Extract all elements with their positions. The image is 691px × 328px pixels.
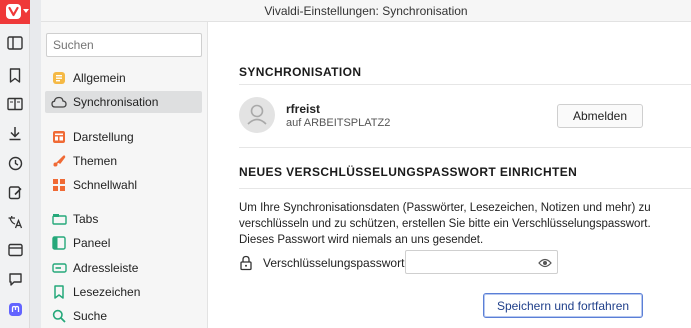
appearance-icon (51, 129, 67, 145)
password-label: Verschlüsselungspasswort (263, 256, 405, 270)
divider (239, 188, 691, 189)
description-line: Dieses Passwort wird niemals an uns gese… (239, 234, 484, 246)
panel-toggle-icon[interactable] (6, 34, 24, 52)
nav-item-lesezeichen[interactable]: Lesezeichen (45, 281, 202, 303)
chat-icon[interactable] (6, 270, 24, 288)
description-line: Um Ihre Synchronisationsdaten (Passwörte… (239, 202, 651, 214)
vivaldi-logo-icon (6, 4, 21, 19)
panel-icon (51, 235, 67, 251)
cloud-icon (51, 94, 67, 110)
search-icon (51, 308, 67, 324)
panel-gap (30, 0, 41, 328)
nav-item-label: Adressleiste (73, 261, 139, 275)
nav-item-schnellwahl[interactable]: Schnellwahl (45, 174, 202, 196)
history-icon[interactable] (6, 154, 24, 172)
window-icon[interactable] (6, 241, 24, 259)
divider (239, 147, 691, 148)
avatar (239, 97, 275, 133)
nav-item-themen[interactable]: Themen (45, 150, 202, 172)
nav-item-allgemein[interactable]: Allgemein (45, 67, 202, 89)
encryption-description: Um Ihre Synchronisationsdaten (Passwörte… (239, 200, 659, 248)
general-icon (51, 70, 67, 86)
mastodon-icon[interactable] (6, 300, 24, 318)
nav-item-label: Synchronisation (73, 95, 159, 109)
show-password-icon[interactable] (538, 256, 552, 268)
download-icon[interactable] (6, 124, 24, 142)
nav-item-label: Paneel (73, 236, 111, 250)
bookmark-icon (51, 284, 67, 300)
settings-search-input[interactable] (46, 33, 202, 57)
themes-icon (51, 153, 67, 169)
logout-button[interactable]: Abmelden (557, 104, 643, 128)
nav-item-label: Lesezeichen (73, 285, 141, 299)
encryption-password-field[interactable] (405, 250, 558, 274)
nav-item-darstellung[interactable]: Darstellung (45, 126, 202, 148)
divider (239, 84, 691, 85)
nav-item-label: Tabs (73, 212, 99, 226)
panel-bar (0, 0, 30, 328)
nav-item-label: Schnellwahl (73, 178, 138, 192)
nav-item-suche[interactable]: Suche (45, 305, 202, 327)
bookmark-icon[interactable] (6, 66, 24, 84)
nav-item-paneel[interactable]: Paneel (45, 232, 202, 254)
tabs-icon (51, 211, 67, 227)
vivaldi-menu-button[interactable] (0, 0, 30, 24)
sync-heading: SYNCHRONISATION (239, 65, 362, 79)
user-device: auf ARBEITSPLATZ2 (286, 117, 391, 129)
speed-dial-icon (51, 177, 67, 193)
settings-content: SYNCHRONISATION rfreist auf ARBEITSPLATZ… (208, 22, 691, 328)
user-name: rfreist (286, 102, 321, 116)
window-titlebar: Vivaldi-Einstellungen: Synchronisation (41, 0, 691, 22)
nav-item-tabs[interactable]: Tabs (45, 208, 202, 230)
nav-item-label: Allgemein (73, 71, 126, 85)
lock-icon (239, 255, 253, 271)
nav-item-label: Darstellung (73, 130, 134, 144)
encryption-heading: NEUES VERSCHLÜSSELUNGSPASSWORT EINRICHTE… (239, 165, 578, 179)
window-title: Vivaldi-Einstellungen: Synchronisation (264, 4, 468, 18)
nav-item-adressleiste[interactable]: Adressleiste (45, 257, 202, 279)
settings-nav: Allgemein Synchronisation Darstellung Th… (41, 22, 208, 328)
reading-list-icon[interactable] (6, 95, 24, 113)
chevron-down-icon (23, 9, 29, 13)
nav-item-label: Themen (73, 154, 118, 168)
nav-item-label: Suche (73, 309, 108, 323)
translate-icon[interactable] (6, 212, 24, 230)
save-and-continue-button[interactable]: Speichern und fortfahren (483, 293, 643, 318)
address-bar-icon (51, 260, 67, 276)
description-line: verschlüsseln und zu schützen, erstellen… (239, 218, 651, 230)
nav-item-synchronisation[interactable]: Synchronisation (45, 91, 202, 113)
notes-icon[interactable] (6, 183, 24, 201)
